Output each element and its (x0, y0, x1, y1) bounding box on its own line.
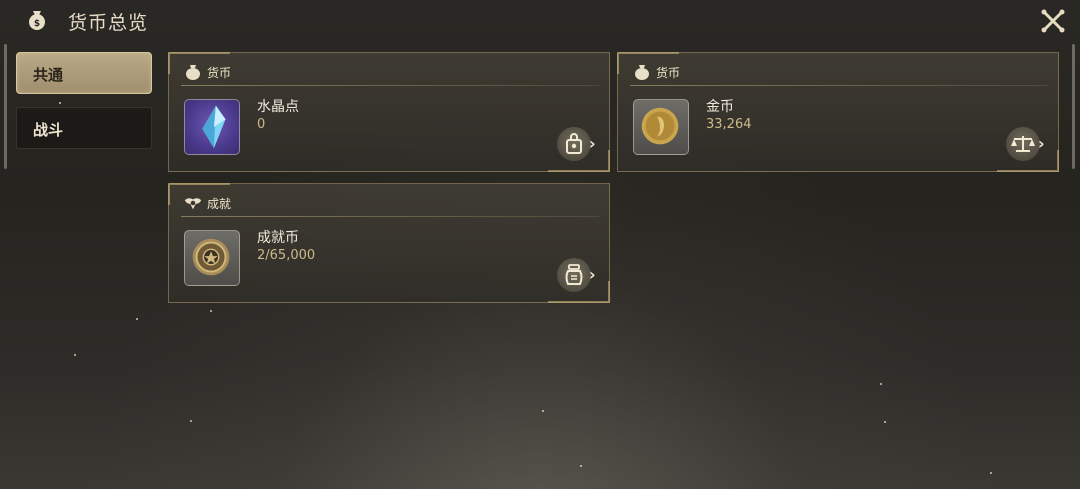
money-bag-icon: $ (29, 11, 45, 30)
sparkle (884, 421, 886, 423)
sparkle (136, 318, 138, 320)
sparkle (59, 102, 61, 104)
currency-name: 成就币 (257, 230, 299, 246)
chevron-right-icon: › (1038, 134, 1045, 153)
currency-amount: 2/65,000 (257, 248, 316, 263)
pouch-icon (565, 264, 583, 285)
shop-button[interactable]: › (557, 127, 601, 161)
card-category: 成就 (207, 197, 232, 211)
exchange-button[interactable]: › (557, 258, 601, 292)
sparkle (880, 383, 882, 385)
content-scrollbar[interactable] (1072, 44, 1075, 169)
tab-common[interactable]: 共通 (16, 52, 152, 94)
sparkle (542, 410, 544, 412)
item-tile[interactable] (633, 99, 689, 155)
gold-coin-icon (641, 107, 679, 145)
shop-bag-icon (566, 133, 582, 154)
tab-battle[interactable]: 战斗 (16, 107, 152, 149)
divider (181, 216, 599, 217)
tab-label: 共通 (33, 66, 64, 84)
close-icon[interactable] (1040, 8, 1066, 34)
currency-card-gold: 货币 金币 33,264 › (617, 52, 1059, 172)
scale-icon (1011, 136, 1035, 152)
item-tile[interactable] (184, 99, 240, 155)
currency-card-achievement: 成就 成就币 2/65,000 › (168, 183, 610, 303)
chevron-right-icon: › (589, 265, 596, 284)
page-title: 货币总览 (68, 12, 149, 34)
card-category: 货币 (656, 66, 681, 80)
sparkle (210, 310, 212, 312)
header: $ 货币总览 (0, 0, 1080, 42)
currency-name: 金币 (706, 99, 734, 115)
currency-amount: 0 (257, 117, 266, 132)
money-bag-icon (635, 65, 649, 80)
sparkle (990, 472, 992, 474)
money-bag-icon (186, 65, 200, 80)
svg-text:$: $ (34, 19, 40, 29)
sidebar-scrollbar[interactable] (4, 44, 7, 169)
exchange-button[interactable]: › (1006, 127, 1050, 161)
divider (630, 85, 1048, 86)
item-tile[interactable] (184, 230, 240, 286)
tab-label: 战斗 (33, 121, 64, 139)
achievement-icon (184, 198, 202, 210)
crystal-icon (202, 105, 226, 149)
sparkle (580, 465, 582, 467)
chevron-right-icon: › (589, 134, 596, 153)
currency-amount: 33,264 (706, 117, 752, 132)
currency-card-crystal: 货币 水晶点 0 › (168, 52, 610, 172)
currency-name: 水晶点 (257, 99, 299, 115)
card-category: 货币 (207, 66, 232, 80)
sparkle (74, 354, 76, 356)
sparkle (190, 420, 192, 422)
divider (181, 85, 599, 86)
achievement-coin-icon (192, 238, 230, 276)
